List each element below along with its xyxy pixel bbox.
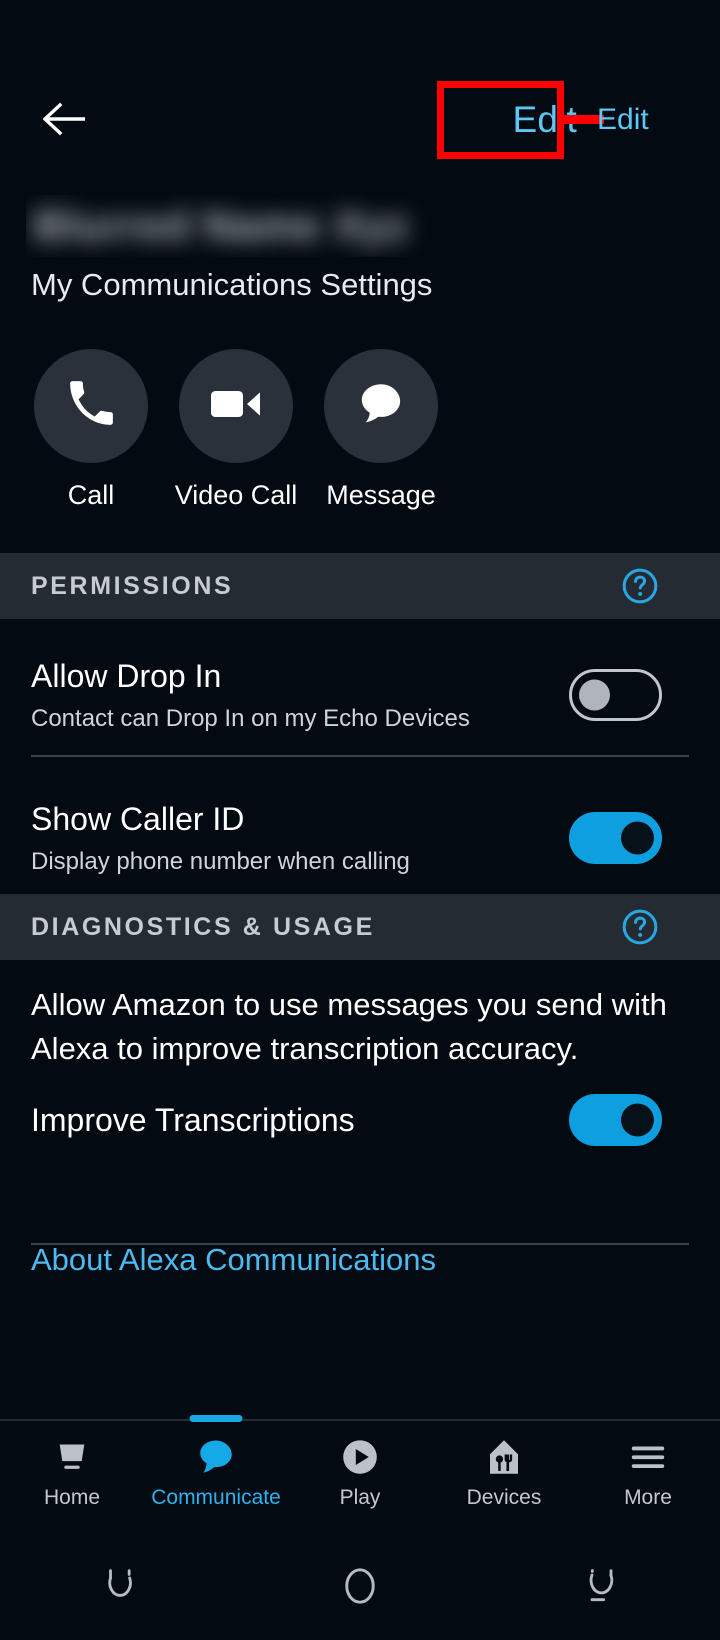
- diagnostics-section-header: DIAGNOSTICS & USAGE: [0, 894, 720, 960]
- speech-bubble-icon: [356, 379, 406, 434]
- allow-drop-in-texts: Allow Drop In Contact can Drop In on my …: [31, 655, 569, 736]
- play-circle-icon: [339, 1434, 381, 1480]
- improve-transcriptions-title: Improve Transcriptions: [31, 1099, 569, 1141]
- question-circle-icon[interactable]: [621, 567, 659, 605]
- speech-bubble-icon: [195, 1434, 237, 1480]
- tab-play[interactable]: Play: [288, 1421, 432, 1536]
- recents-icon: [103, 1566, 137, 1611]
- allow-drop-in-subtitle: Contact can Drop In on my Echo Devices: [31, 702, 569, 736]
- improve-transcriptions-toggle[interactable]: [569, 1094, 662, 1146]
- hamburger-menu-icon: [626, 1434, 670, 1480]
- recents-button[interactable]: [0, 1566, 240, 1611]
- permissions-row-divider: [31, 755, 689, 757]
- contact-name-redacted: Blurred Name Xyz: [26, 195, 430, 257]
- improve-transcriptions-texts: Improve Transcriptions: [31, 1099, 569, 1141]
- message-action-label: Message: [326, 480, 436, 511]
- toggle-knob: [621, 1104, 654, 1137]
- video-call-action-button[interactable]: Video Call: [179, 349, 293, 511]
- profile-block: Blurred Name Xyz My Communications Setti…: [0, 195, 720, 306]
- improve-transcriptions-row[interactable]: Improve Transcriptions: [0, 1092, 720, 1148]
- message-icon-circle: [324, 349, 438, 463]
- home-icon: [51, 1434, 93, 1480]
- diagnostics-section-title: DIAGNOSTICS & USAGE: [31, 913, 375, 942]
- permissions-section-header: PERMISSIONS: [0, 553, 720, 619]
- active-tab-indicator: [190, 1415, 243, 1422]
- call-icon-circle: [34, 349, 148, 463]
- call-action-label: Call: [68, 480, 115, 511]
- video-call-icon-circle: [179, 349, 293, 463]
- call-action-button[interactable]: Call: [34, 349, 148, 511]
- video-call-action-label: Video Call: [175, 480, 298, 511]
- about-alexa-communications-link[interactable]: About Alexa Communications: [31, 1239, 436, 1281]
- tab-play-label: Play: [340, 1486, 381, 1510]
- message-action-button[interactable]: Message: [324, 349, 438, 511]
- phone-icon: [66, 379, 116, 434]
- home-button[interactable]: [240, 1565, 480, 1612]
- tab-home[interactable]: Home: [0, 1421, 144, 1536]
- show-caller-id-toggle[interactable]: [569, 812, 662, 864]
- top-bar: Edit Edit: [0, 0, 720, 175]
- show-caller-id-texts: Show Caller ID Display phone number when…: [31, 798, 569, 879]
- question-circle-icon[interactable]: [621, 908, 659, 946]
- allow-drop-in-title: Allow Drop In: [31, 655, 569, 697]
- tab-communicate-label: Communicate: [151, 1486, 281, 1510]
- show-caller-id-row[interactable]: Show Caller ID Display phone number when…: [0, 783, 720, 893]
- android-system-nav: [0, 1536, 720, 1640]
- back-button[interactable]: [34, 88, 96, 150]
- arrow-left-icon: [43, 102, 87, 136]
- allow-drop-in-toggle[interactable]: [569, 669, 662, 721]
- video-camera-icon: [209, 384, 263, 429]
- alexa-contact-settings-screen: Edit Edit Blurred Name Xyz My Communicat…: [0, 0, 720, 1640]
- toggle-knob: [621, 822, 654, 855]
- diagnostics-description: Allow Amazon to use messages you send wi…: [31, 983, 691, 1071]
- annotation-label: Edit: [597, 101, 649, 139]
- toggle-knob: [579, 680, 610, 711]
- permissions-section-title: PERMISSIONS: [31, 572, 233, 601]
- contact-actions: Call Video Call Mes: [34, 349, 438, 511]
- home-circle-icon: [342, 1565, 378, 1612]
- back-button-system[interactable]: [480, 1566, 720, 1611]
- tab-more-label: More: [624, 1486, 672, 1510]
- tab-devices-label: Devices: [467, 1486, 542, 1510]
- bottom-tab-bar: Home Communicate Play: [0, 1419, 720, 1536]
- tab-home-label: Home: [44, 1486, 100, 1510]
- tab-communicate[interactable]: Communicate: [144, 1421, 288, 1536]
- page-title: My Communications Settings: [31, 264, 720, 306]
- tab-more[interactable]: More: [576, 1421, 720, 1536]
- back-icon: [583, 1566, 617, 1611]
- show-caller-id-title: Show Caller ID: [31, 798, 569, 840]
- tab-devices[interactable]: Devices: [432, 1421, 576, 1536]
- show-caller-id-subtitle: Display phone number when calling: [31, 845, 569, 879]
- allow-drop-in-row[interactable]: Allow Drop In Contact can Drop In on my …: [0, 640, 720, 750]
- devices-icon: [483, 1434, 525, 1480]
